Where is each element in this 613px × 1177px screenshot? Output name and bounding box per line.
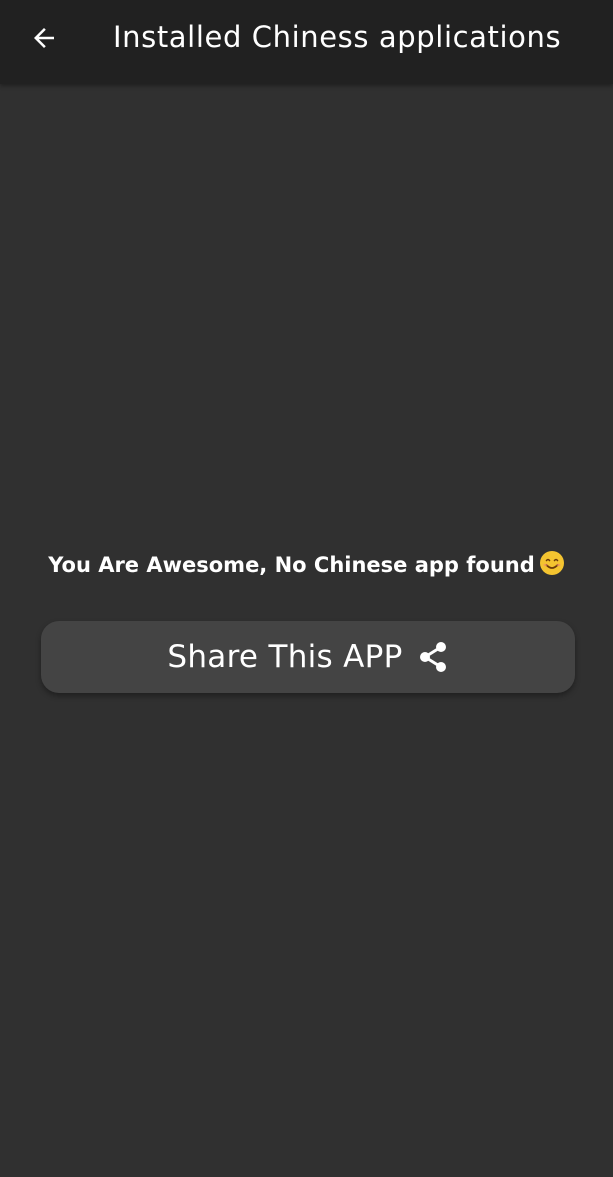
share-icon [417,640,449,674]
status-message-text: You Are Awesome, No Chinese app found [48,553,535,577]
share-button-label: Share This APP [167,639,403,675]
page-title: Installed Chiness applications [113,20,562,54]
status-message: You Are Awesome, No Chinese app found [0,550,613,581]
back-button[interactable] [14,12,74,68]
arrow-left-icon [29,23,59,57]
share-app-button[interactable]: Share This APP [41,621,575,693]
main-content: You Are Awesome, No Chinese app found Sh… [0,84,613,1177]
smiling-face-icon [539,550,565,581]
app-bar: Installed Chiness applications [0,0,613,84]
